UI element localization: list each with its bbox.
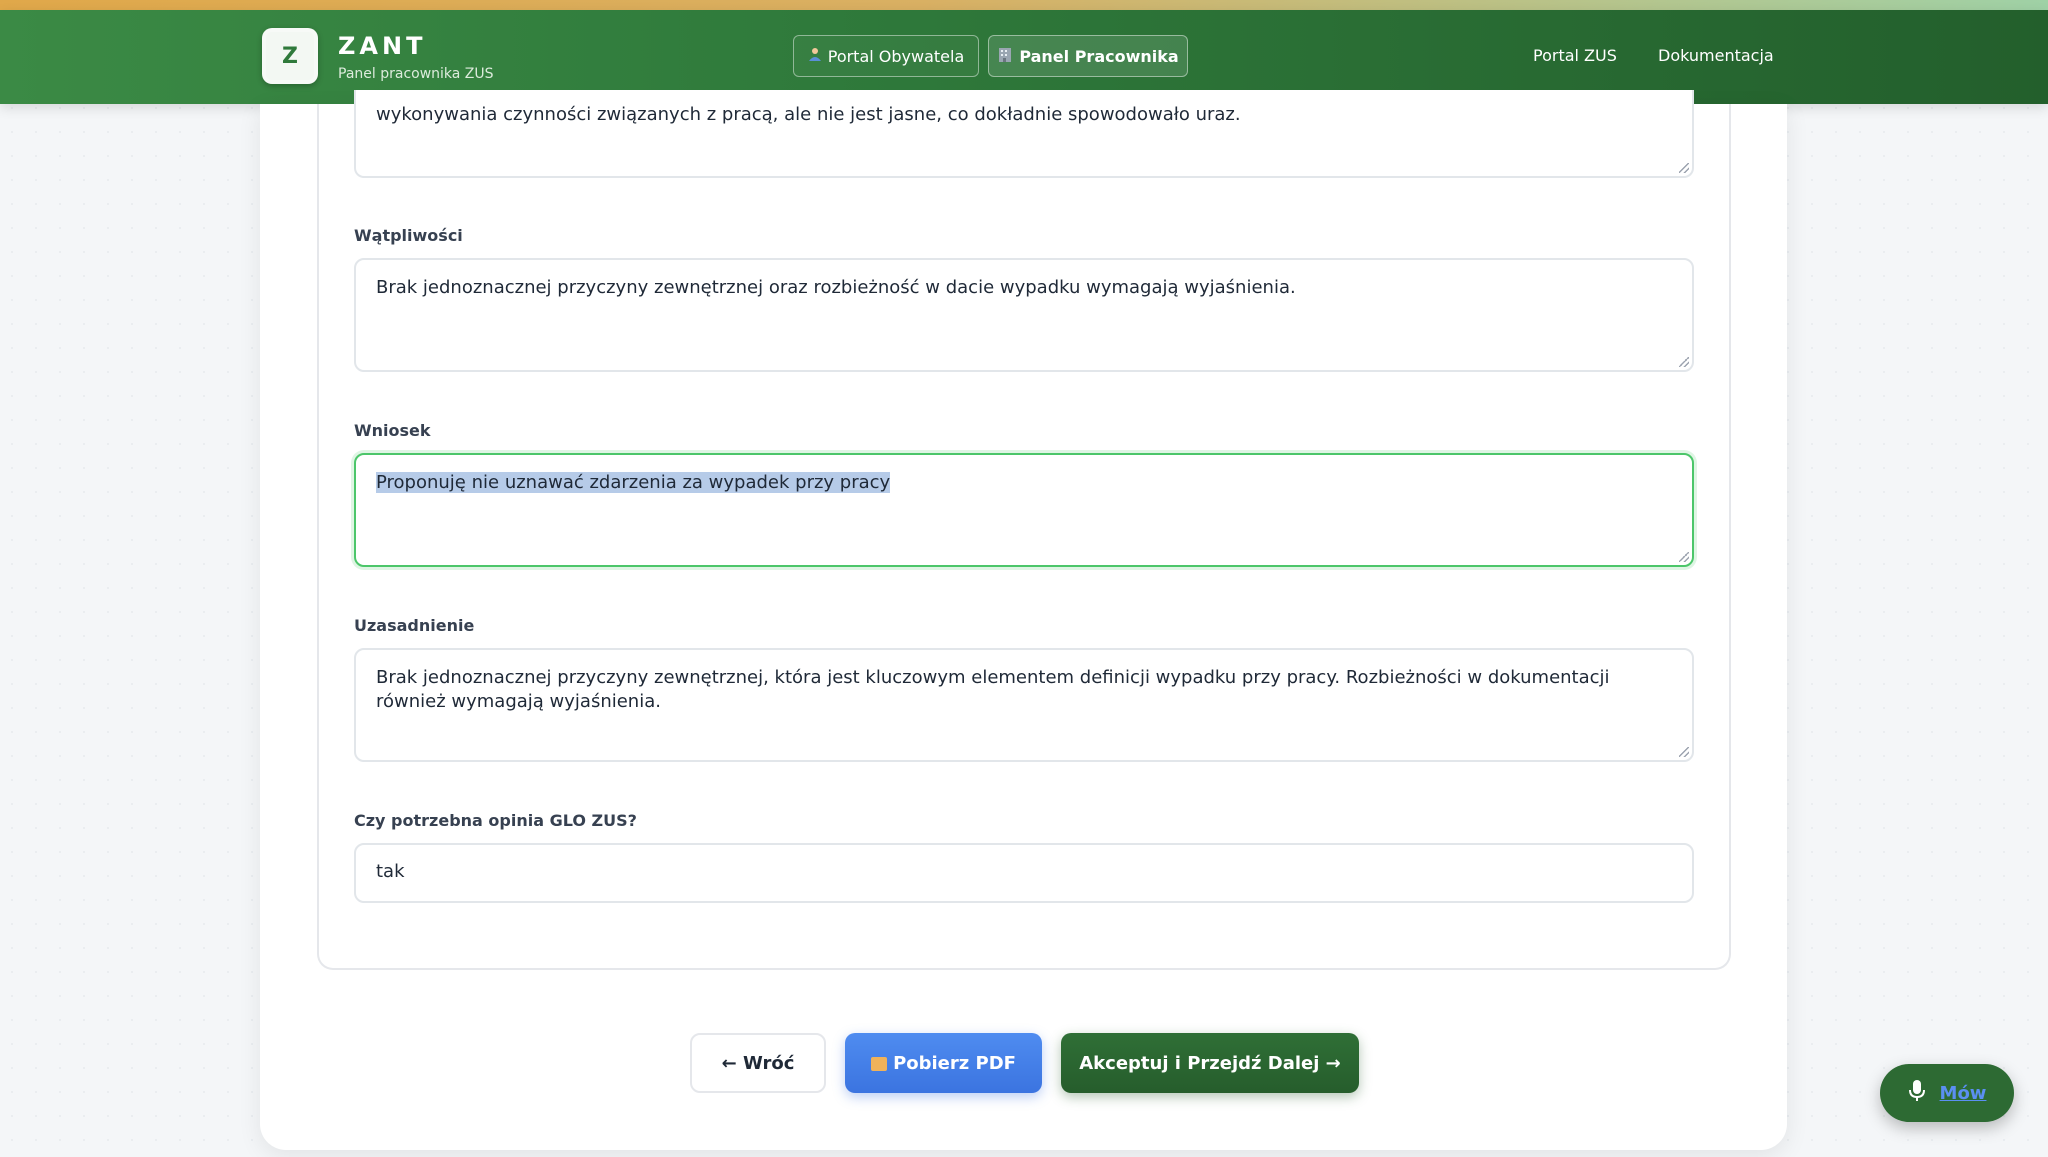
justification-textarea[interactable]: Brak jednoznacznej przyczyny zewnętrznej… [354,648,1694,762]
brand-title: ZANT [338,32,427,60]
doubts-label: Wątpliwości [354,226,463,245]
voice-input-label: Mów [1939,1082,1987,1104]
portal-citizen-label: Portal Obywatela [827,46,965,66]
justification-label: Uzasadnienie [354,616,475,635]
logo-letter: Z [282,43,298,69]
inbox-tray-icon [871,1057,888,1071]
voice-input-button[interactable]: Mów [1880,1064,2014,1122]
office-building-icon [997,46,1013,66]
resize-grip-icon[interactable] [1679,747,1689,757]
microphone-icon [1908,1079,1926,1107]
back-button[interactable]: ← Wróć [690,1033,826,1093]
doubts-text: Brak jednoznacznej przyczyny zewnętrznej… [376,277,1296,298]
justification-text: Brak jednoznacznej przyczyny zewnętrznej… [376,667,1610,712]
download-pdf-label: Pobierz PDF [893,1052,1016,1074]
top-accent-line [0,0,2048,10]
back-button-label: ← Wróć [721,1052,795,1074]
brand-subtitle: Panel pracownika ZUS [338,66,494,82]
resize-grip-icon[interactable] [1679,552,1689,562]
description-text: wykonywania czynności związanych z pracą… [376,104,1241,125]
glo-opinion-label: Czy potrzebna opinia GLO ZUS? [354,811,637,830]
nav-link-documentation[interactable]: Dokumentacja [1658,46,1774,65]
glo-opinion-value: tak [376,861,405,882]
resize-grip-icon[interactable] [1679,357,1689,367]
portal-citizen-button[interactable]: Portal Obywatela [793,35,979,77]
request-text: Proponuję nie uznawać zdarzenia za wypad… [376,472,891,493]
person-icon [808,47,822,65]
request-textarea[interactable]: Proponuję nie uznawać zdarzenia za wypad… [354,453,1694,567]
nav-link-portal-zus[interactable]: Portal ZUS [1533,46,1617,65]
app-logo[interactable]: Z [262,28,318,84]
resize-grip-icon[interactable] [1679,163,1689,173]
description-textarea[interactable]: wykonywania czynności związanych z pracą… [354,90,1694,178]
portal-worker-label: Panel Pracownika [1019,46,1179,66]
accept-next-label: Akceptuj i Przejdź Dalej → [1079,1052,1341,1074]
doubts-textarea[interactable]: Brak jednoznacznej przyczyny zewnętrznej… [354,258,1694,372]
download-pdf-button[interactable]: Pobierz PDF [845,1033,1042,1093]
portal-worker-button[interactable]: Panel Pracownika [988,35,1188,77]
request-label: Wniosek [354,421,431,440]
accept-next-button[interactable]: Akceptuj i Przejdź Dalej → [1061,1033,1359,1093]
glo-opinion-input[interactable]: tak [354,843,1694,903]
